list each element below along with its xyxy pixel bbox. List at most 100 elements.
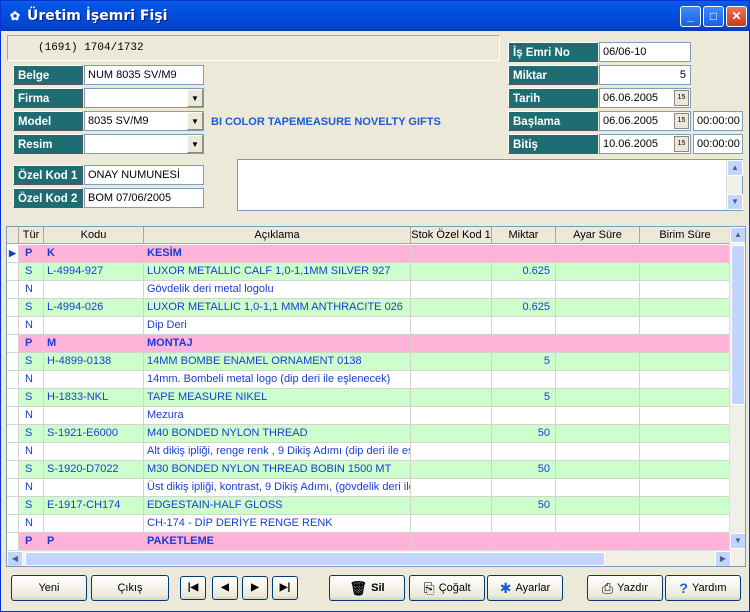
cell-miktar[interactable]: 0.625 (492, 299, 556, 317)
table-row[interactable]: ▶ P K KESİM (7, 245, 731, 263)
cell-ayar-sure[interactable] (556, 425, 640, 443)
cell-stok-ozel-kod[interactable] (411, 245, 492, 263)
cell-stok-ozel-kod[interactable] (411, 479, 492, 497)
calendar-icon[interactable]: 15 (674, 113, 689, 129)
cell-ayar-sure[interactable] (556, 245, 640, 263)
cell-tur[interactable]: S (19, 389, 44, 407)
table-row[interactable]: N Gövdelik deri metal logolu (7, 281, 731, 299)
memo-scrollbar[interactable]: ▲ ▼ (726, 160, 743, 210)
cell-birim-sure[interactable] (640, 461, 731, 479)
scroll-thumb[interactable] (25, 552, 605, 566)
title-bar[interactable]: ✿ Üretim İşemri Fişi _ □ ✕ (1, 1, 749, 31)
cell-miktar[interactable] (492, 479, 556, 497)
cell-stok-ozel-kod[interactable] (411, 425, 492, 443)
cell-birim-sure[interactable] (640, 353, 731, 371)
bitis-date-field[interactable]: 10.06.2005 15 (599, 134, 691, 154)
chevron-down-icon[interactable]: ▼ (187, 112, 203, 130)
table-row[interactable]: S E-1917-CH174 EDGESTAIN-HALF GLOSS 50 (7, 497, 731, 515)
col-kodu[interactable]: Kodu (44, 227, 144, 244)
cell-ayar-sure[interactable] (556, 335, 640, 353)
cell-kodu[interactable] (44, 443, 144, 461)
cell-tur[interactable]: N (19, 281, 44, 299)
cell-birim-sure[interactable] (640, 425, 731, 443)
col-stok-ozel-kod[interactable]: Stok Özel Kod 1 (411, 227, 492, 244)
belge-field[interactable]: NUM 8035 SV/M9 (84, 65, 204, 85)
grid-vertical-scrollbar[interactable]: ▲ ▼ (729, 227, 745, 566)
cell-aciklama[interactable]: Üst dikiş ipliği, kontrast, 9 Dikiş Adım… (144, 479, 411, 497)
cell-stok-ozel-kod[interactable] (411, 317, 492, 335)
cell-kodu[interactable]: M (44, 335, 144, 353)
cell-miktar[interactable] (492, 371, 556, 389)
cell-stok-ozel-kod[interactable] (411, 443, 492, 461)
cell-aciklama[interactable]: Dip Deri (144, 317, 411, 335)
resim-select[interactable]: ▼ (84, 134, 204, 154)
ozel-kod2-field[interactable]: BOM 07/06/2005 (84, 188, 204, 208)
cell-tur[interactable]: P (19, 245, 44, 263)
cell-kodu[interactable]: L-4994-026 (44, 299, 144, 317)
table-row[interactable]: N Üst dikiş ipliği, kontrast, 9 Dikiş Adı… (7, 479, 731, 497)
cell-miktar[interactable]: 50 (492, 461, 556, 479)
cell-birim-sure[interactable] (640, 533, 731, 551)
cell-aciklama[interactable]: Alt dikiş ipliği, renge renk , 9 Dikiş A… (144, 443, 411, 461)
cell-ayar-sure[interactable] (556, 515, 640, 533)
cell-aciklama[interactable]: CH-174 - DİP DERİYE RENGE RENK (144, 515, 411, 533)
cell-tur[interactable]: P (19, 335, 44, 353)
cell-birim-sure[interactable] (640, 263, 731, 281)
cell-tur[interactable]: N (19, 443, 44, 461)
maximize-button[interactable]: □ (703, 6, 724, 27)
cell-kodu[interactable] (44, 407, 144, 425)
scroll-thumb[interactable] (731, 245, 745, 405)
cell-aciklama[interactable]: Mezura (144, 407, 411, 425)
cell-stok-ozel-kod[interactable] (411, 263, 492, 281)
cell-aciklama[interactable]: LUXOR METALLIC 1,0-1,1 MMM ANTHRACITE 02… (144, 299, 411, 317)
scroll-up-icon[interactable]: ▲ (727, 160, 743, 176)
cell-kodu[interactable]: L-4994-927 (44, 263, 144, 281)
cell-miktar[interactable] (492, 515, 556, 533)
tarih-field[interactable]: 06.06.2005 15 (599, 88, 691, 108)
cell-aciklama[interactable]: MONTAJ (144, 335, 411, 353)
grid-horizontal-scrollbar[interactable]: ◀ ▶ (7, 550, 731, 566)
cell-aciklama[interactable]: LUXOR METALLIC CALF 1,0-1,1MM SILVER 927 (144, 263, 411, 281)
cell-tur[interactable]: S (19, 263, 44, 281)
cell-kodu[interactable] (44, 281, 144, 299)
cell-miktar[interactable] (492, 335, 556, 353)
scroll-left-icon[interactable]: ◀ (7, 551, 23, 566)
table-row[interactable]: P M MONTAJ (7, 335, 731, 353)
minimize-button[interactable]: _ (680, 6, 701, 27)
cell-birim-sure[interactable] (640, 443, 731, 461)
cell-miktar[interactable]: 50 (492, 425, 556, 443)
new-button[interactable]: Yeni (11, 575, 87, 601)
cell-tur[interactable]: S (19, 461, 44, 479)
cell-aciklama[interactable]: Gövdelik deri metal logolu (144, 281, 411, 299)
cell-ayar-sure[interactable] (556, 461, 640, 479)
cell-birim-sure[interactable] (640, 479, 731, 497)
cell-birim-sure[interactable] (640, 389, 731, 407)
cell-aciklama[interactable]: M30 BONDED NYLON THREAD BOBIN 1500 MT (144, 461, 411, 479)
cell-stok-ozel-kod[interactable] (411, 515, 492, 533)
cell-ayar-sure[interactable] (556, 443, 640, 461)
cell-ayar-sure[interactable] (556, 389, 640, 407)
chevron-down-icon[interactable]: ▼ (187, 135, 203, 153)
cell-stok-ozel-kod[interactable] (411, 281, 492, 299)
cell-aciklama[interactable]: 14MM BOMBE ENAMEL ORNAMENT 0138 (144, 353, 411, 371)
cell-ayar-sure[interactable] (556, 299, 640, 317)
cell-stok-ozel-kod[interactable] (411, 461, 492, 479)
cell-stok-ozel-kod[interactable] (411, 371, 492, 389)
cell-tur[interactable]: N (19, 371, 44, 389)
table-row[interactable]: N 14mm. Bombeli metal logo (dip deri ile … (7, 371, 731, 389)
cell-tur[interactable]: N (19, 479, 44, 497)
next-record-icon[interactable]: ▶ (242, 576, 268, 600)
scroll-down-icon[interactable]: ▼ (727, 194, 743, 210)
cell-ayar-sure[interactable] (556, 497, 640, 515)
print-button[interactable]: ⎙ Yazdır (587, 575, 663, 601)
cell-kodu[interactable] (44, 515, 144, 533)
cell-birim-sure[interactable] (640, 497, 731, 515)
cell-miktar[interactable] (492, 443, 556, 461)
model-select[interactable]: 8035 SV/M9 ▼ (84, 111, 204, 131)
scroll-up-icon[interactable]: ▲ (730, 227, 745, 243)
cell-ayar-sure[interactable] (556, 533, 640, 551)
cell-kodu[interactable]: K (44, 245, 144, 263)
delete-button[interactable]: 🗑 Sil (329, 575, 405, 601)
cell-birim-sure[interactable] (640, 317, 731, 335)
cell-miktar[interactable]: 5 (492, 353, 556, 371)
